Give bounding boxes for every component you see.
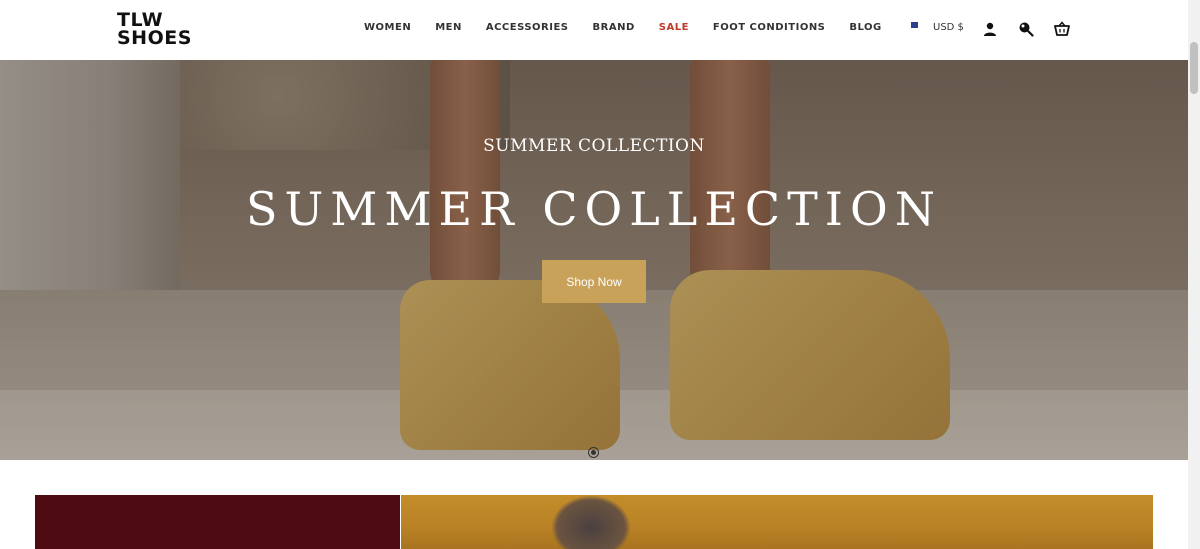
logo[interactable]: TLW SHOES (117, 11, 201, 49)
nav-men[interactable]: MEN (435, 22, 462, 36)
shop-now-button[interactable]: Shop Now (542, 260, 646, 303)
main-nav: WOMEN MEN ACCESSORIES BRAND SALE FOOT CO… (352, 22, 894, 36)
cart-icon[interactable] (1054, 21, 1070, 37)
promo-banner-left[interactable] (35, 495, 400, 549)
logo-line-2: SHOES (117, 27, 192, 49)
hero-title: SUMMER COLLECTION (246, 182, 942, 236)
currency-label: USD $ (933, 22, 964, 33)
slider-dot[interactable] (588, 447, 599, 458)
search-icon[interactable] (1018, 21, 1034, 37)
promo-banner-image (551, 495, 631, 549)
nav-blog[interactable]: BLOG (849, 22, 881, 36)
nav-brand[interactable]: BRAND (593, 22, 635, 36)
hero-subtitle: SUMMER COLLECTION (483, 136, 705, 156)
scrollbar-thumb[interactable] (1190, 42, 1198, 94)
nav-sale[interactable]: SALE (659, 22, 689, 36)
promo-banner-right[interactable] (401, 495, 1153, 549)
nav-accessories[interactable]: ACCESSORIES (486, 22, 569, 36)
site-header: TLW SHOES WOMEN MEN ACCESSORIES BRAND SA… (0, 0, 1188, 60)
us-flag-icon (911, 22, 927, 33)
page-scrollbar[interactable] (1188, 0, 1200, 549)
hero-banner: SUMMER COLLECTION SUMMER COLLECTION Shop… (0, 60, 1188, 460)
nav-foot-conditions[interactable]: FOOT CONDITIONS (713, 22, 825, 36)
currency-selector[interactable]: USD $ (911, 22, 964, 33)
user-icon[interactable] (982, 21, 998, 37)
nav-women[interactable]: WOMEN (364, 22, 411, 36)
